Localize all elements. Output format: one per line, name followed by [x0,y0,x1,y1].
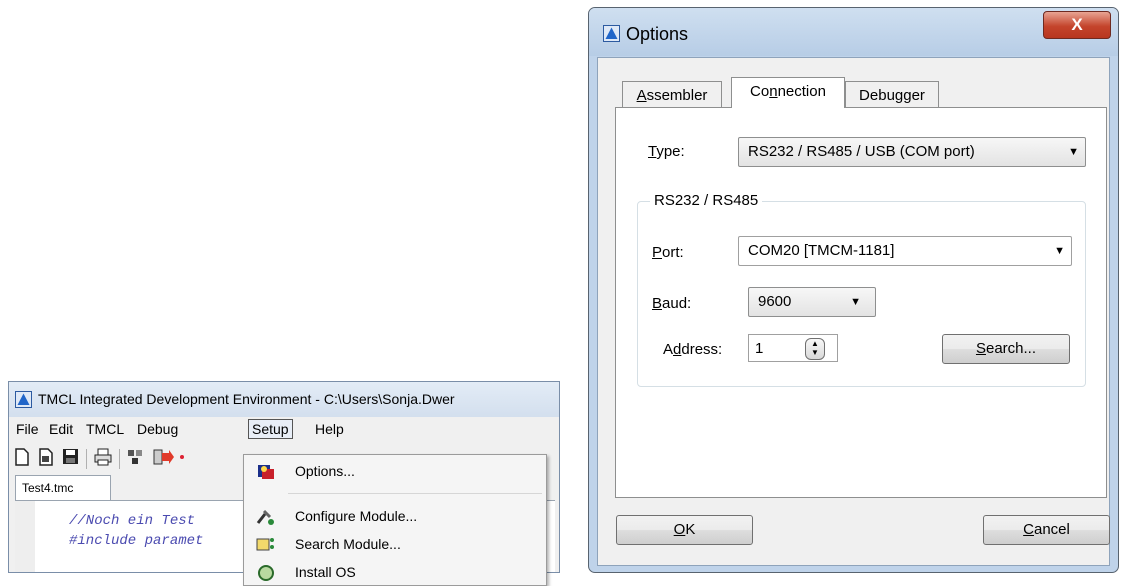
menu-tmcl[interactable]: TMCL [83,420,127,438]
code-line-1: //Noch ein Test [69,513,196,529]
menu-help[interactable]: Help [312,420,347,438]
menu-setup[interactable]: Setup [248,419,293,439]
chevron-down-icon: ▼ [1068,146,1079,158]
ide-window-title: TMCL Integrated Development Environment … [38,391,455,407]
cancel-button[interactable]: Cancel [983,515,1110,545]
open-file-icon[interactable] [37,448,55,468]
ide-menu-bar: File Edit TMCL Debug Setup Help [9,418,559,440]
install-os-icon [256,564,276,582]
menu-edit[interactable]: Edit [46,420,76,438]
rs232-group-title: RS232 / RS485 [650,192,763,209]
port-label: Port: [652,244,684,261]
menu-file[interactable]: File [13,420,42,438]
address-spinner[interactable]: 1 ▲ ▼ [748,334,838,362]
search-module-icon [256,536,276,554]
address-label: Address: [663,341,723,358]
toolbar-overflow-icon[interactable] [177,448,187,468]
file-tab[interactable]: Test4.tmc [15,475,111,501]
setup-dropdown-menu: Options... Configure Module... Search Mo… [243,454,547,586]
chevron-down-icon: ▼ [1054,245,1065,257]
spinner-arrows-icon[interactable]: ▲ ▼ [805,338,825,360]
port-select[interactable]: COM20 [TMCM-1181] ▼ [738,236,1072,266]
download-icon[interactable] [153,448,174,468]
tab-debugger[interactable]: Debugger [845,81,939,109]
toolbar-separator [119,449,120,469]
new-file-icon[interactable] [13,448,31,468]
type-select[interactable]: RS232 / RS485 / USB (COM port) ▼ [738,137,1086,167]
menu-item-options[interactable]: Options... [244,458,544,486]
search-button[interactable]: Search... [942,334,1070,364]
assemble-icon[interactable] [127,448,145,468]
close-button[interactable]: X [1043,11,1111,39]
menu-separator [288,493,542,494]
type-label: Type: [648,143,685,160]
dialog-title-bar[interactable]: Options X [589,8,1118,56]
options-icon [256,463,276,481]
baud-label: Baud: [652,295,692,312]
toolbar-separator [86,449,87,469]
chevron-down-icon: ▼ [850,296,861,308]
menu-item-configure-module[interactable]: Configure Module... [244,503,544,531]
ide-title-bar[interactable]: TMCL Integrated Development Environment … [9,382,559,417]
menu-item-search-module[interactable]: Search Module... [244,531,544,559]
save-icon[interactable] [61,448,79,468]
print-icon[interactable] [94,448,112,468]
baud-select[interactable]: 9600 ▼ [748,287,876,317]
menu-debug[interactable]: Debug [134,420,181,438]
editor-gutter [15,501,35,572]
configure-module-icon [256,508,276,526]
tmcl-app-icon [15,391,32,408]
tab-connection[interactable]: Connection [731,77,845,108]
dialog-title: Options [626,24,689,44]
tmcl-app-icon [603,25,620,42]
code-line-2: #include paramet [69,533,204,549]
tab-assembler[interactable]: Assembler [622,81,722,109]
ok-button[interactable]: OK [616,515,753,545]
menu-item-install-os[interactable]: Install OS [244,559,544,585]
